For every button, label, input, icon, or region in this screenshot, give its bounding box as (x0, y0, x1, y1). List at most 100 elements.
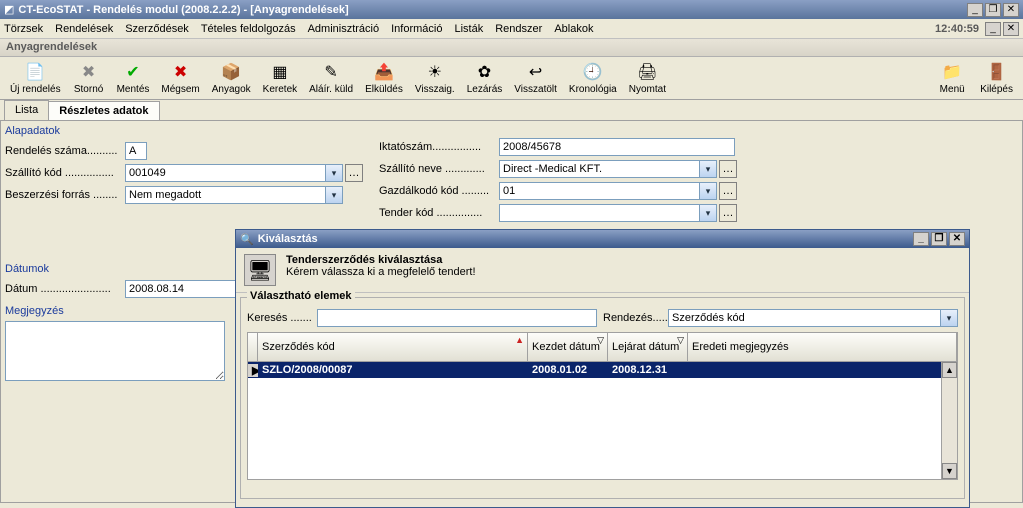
window-title: CT-EcoSTAT - Rendelés modul (2008.2.2.2)… (18, 4, 965, 16)
combo-rendezes[interactable] (668, 309, 941, 327)
toolbar-label: Keretek (263, 84, 297, 95)
scroll-down-icon[interactable]: ▼ (942, 463, 957, 479)
dialog-header: 🖥 Tenderszerződés kiválasztása Kérem vál… (236, 248, 969, 293)
toolbar-label: Mégsem (161, 84, 199, 95)
visszaig--icon: ☀ (425, 62, 445, 82)
toolbar-btn-1[interactable]: ✖ Stornó (67, 58, 111, 98)
combo-beszforras[interactable] (125, 186, 326, 204)
toolbar-btn-5[interactable]: ▦ Keretek (257, 58, 303, 98)
table-row[interactable]: ▶ SZLO/2008/00087 2008.01.02 2008.12.31 (248, 362, 957, 378)
input-rendeles-szama[interactable] (125, 142, 147, 160)
menu-rendelesek[interactable]: Rendelések (55, 23, 113, 35)
col-eredeti[interactable]: Eredeti megjegyzés (688, 333, 957, 361)
minimize-button[interactable]: _ (967, 3, 983, 17)
toolbar-label: Menü (940, 84, 965, 95)
label-gazdalkodo: Gazdálkodó kód ......... (379, 185, 499, 197)
toolbar-label: Visszatölt (514, 84, 557, 95)
combo-gazdalkodo[interactable] (499, 182, 700, 200)
chevron-down-icon[interactable]: ▾ (700, 182, 717, 200)
toolbar-label: Stornó (74, 84, 103, 95)
section-alapadatok: Alapadatok (5, 125, 375, 137)
lookup-tenderkod-button[interactable]: … (719, 204, 737, 222)
menu-admin[interactable]: Adminisztráció (308, 23, 380, 35)
app-icon: ◩ (4, 3, 14, 16)
toolbar-btn-4[interactable]: 📦Anyagok (206, 58, 257, 98)
input-kereses[interactable] (317, 309, 597, 327)
groupbox-valaszthato: Választható elemek Keresés ....... Rende… (240, 297, 965, 499)
lookup-szallitonev-button[interactable]: … (719, 160, 737, 178)
toolbar: 📄Új rendelés ✖ Stornó ✔Mentés✖Mégsem📦Anyago… (0, 57, 1023, 100)
combo-tenderkod[interactable] (499, 204, 700, 222)
toolbar-btn-7[interactable]: 📤Elküldés (359, 58, 409, 98)
toolbar-btn-2[interactable]: ✔Mentés (111, 58, 156, 98)
kronol-gia-icon: 🕘 (583, 62, 603, 82)
toolbar-rbtn-0[interactable]: 📁 Menü (930, 58, 974, 98)
textarea-megjegyzes[interactable] (5, 321, 225, 381)
menu-ablakok[interactable]: Ablakok (554, 23, 593, 35)
menu-szerzodesek[interactable]: Szerződések (125, 23, 189, 35)
dialog-maximize-button[interactable]: ❐ (931, 232, 947, 246)
label-iktatoszam: Iktatószám................ (379, 141, 499, 153)
toolbar-btn-0[interactable]: 📄Új rendelés (4, 58, 67, 98)
chevron-down-icon[interactable]: ▾ (700, 204, 717, 222)
close-button[interactable]: ✕ (1003, 3, 1019, 17)
input-iktatoszam[interactable] (499, 138, 735, 156)
menu-rendszer[interactable]: Rendszer (495, 23, 542, 35)
toolbar-btn-12[interactable]: 🖨 Nyomtat (623, 58, 672, 98)
men--icon: 📁 (942, 62, 962, 82)
toolbar-label: Kronológia (569, 84, 617, 95)
toolbar-btn-9[interactable]: ✿Lezárás (461, 58, 509, 98)
toolbar-rbtn-1[interactable]: 🚪Kilépés (974, 58, 1019, 98)
tab-lista[interactable]: Lista (4, 100, 49, 120)
cell-kezdet: 2008.01.02 (528, 364, 608, 376)
combo-szallito-kod[interactable] (125, 164, 326, 182)
-j-rendel-s-icon: 📄 (25, 62, 45, 82)
maximize-button[interactable]: ❐ (985, 3, 1001, 17)
col-lejarat[interactable]: Lejárat dátum ▽ (608, 333, 688, 361)
dialog-icon: 🔍 (240, 233, 254, 246)
toolbar-btn-6[interactable]: ✎ Aláír. küld (303, 58, 359, 98)
toolbar-btn-8[interactable]: ☀Visszaig. (409, 58, 461, 98)
chevron-down-icon[interactable]: ▾ (941, 309, 958, 327)
visszat-lt-icon: ↩ (526, 62, 546, 82)
label-szallito-neve: Szállító neve ............. (379, 163, 499, 175)
grid-row-marker-col (248, 333, 258, 361)
nyomtat-icon: 🖨 (637, 62, 657, 82)
dialog-close-button[interactable]: ✕ (949, 232, 965, 246)
group-label: Választható elemek (247, 290, 355, 302)
dialog-title: Kiválasztás (258, 233, 911, 245)
menu-info[interactable]: Információ (391, 23, 442, 35)
chevron-down-icon[interactable]: ▾ (326, 186, 343, 204)
menu-listak[interactable]: Listák (454, 23, 483, 35)
grid-body: ▶ SZLO/2008/00087 2008.01.02 2008.12.31 … (247, 362, 958, 480)
inner-minimize-button[interactable]: _ (985, 22, 1001, 36)
toolbar-btn-10[interactable]: ↩ Visszatölt (508, 58, 563, 98)
toolbar-btn-11[interactable]: 🕘 Kronológia (563, 58, 623, 98)
al-r-k-ld-icon: ✎ (321, 62, 341, 82)
computer-icon: 🖥 (244, 254, 276, 286)
tab-reszletes[interactable]: Részletes adatok (48, 101, 159, 121)
keretek-icon: ▦ (270, 62, 290, 82)
menu-teteles[interactable]: Tételes feldolgozás (201, 23, 296, 35)
scroll-up-icon[interactable]: ▲ (942, 362, 957, 378)
col-kezdet[interactable]: Kezdet dátum ▽ (528, 333, 608, 361)
dialog-titlebar[interactable]: 🔍 Kiválasztás _ ❐ ✕ (236, 230, 969, 248)
dialog-minimize-button[interactable]: _ (913, 232, 929, 246)
toolbar-label: Mentés (117, 84, 150, 95)
scrollbar[interactable]: ▲ ▼ (941, 362, 957, 479)
toolbar-label: Aláír. küld (309, 84, 353, 95)
lookup-gazdalkodo-button[interactable]: … (719, 182, 737, 200)
storn--icon: ✖ (79, 62, 99, 82)
col-szerzkod[interactable]: Szerződés kód ▲ (258, 333, 528, 361)
combo-szallito-neve[interactable] (499, 160, 700, 178)
inner-close-button[interactable]: ✕ (1003, 22, 1019, 36)
chevron-down-icon[interactable]: ▾ (326, 164, 343, 182)
toolbar-label: Nyomtat (629, 84, 666, 95)
menubar: Törzsek Rendelések Szerződések Tételes f… (0, 19, 1023, 39)
label-szallito-kod: Szállító kód ................ (5, 167, 125, 179)
chevron-down-icon[interactable]: ▾ (700, 160, 717, 178)
label-rendeles-szama: Rendelés száma.......... (5, 145, 125, 157)
lookup-szallito-button[interactable]: … (345, 164, 363, 182)
toolbar-btn-3[interactable]: ✖Mégsem (155, 58, 205, 98)
menu-torzsek[interactable]: Törzsek (4, 23, 43, 35)
